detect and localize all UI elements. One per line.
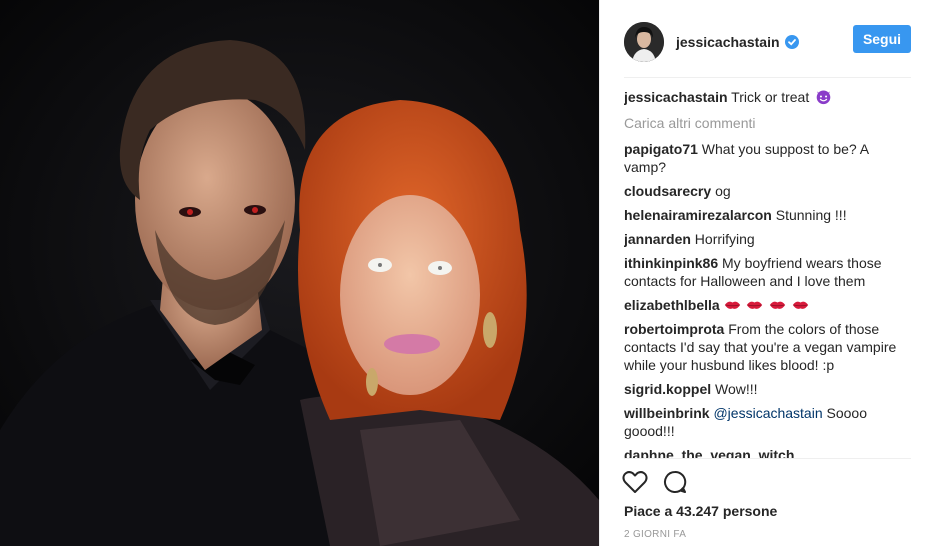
post-timestamp: 2 GIORNI FA bbox=[624, 529, 687, 540]
caption: jessicachastain Trick or treat bbox=[624, 88, 914, 106]
load-more-comments-link[interactable]: Carica altri commenti bbox=[624, 114, 914, 132]
kiss-mark-icon bbox=[747, 301, 763, 309]
comment-text: Horrifying bbox=[694, 231, 755, 247]
verified-badge-icon bbox=[784, 34, 799, 49]
smiling-devil-emoji-icon bbox=[816, 90, 831, 105]
comment-username[interactable]: papigato71 bbox=[624, 141, 698, 157]
kiss-mark-emojis bbox=[724, 297, 812, 313]
comment-item: papigato71 What you suppost to be? A vam… bbox=[624, 140, 914, 176]
action-icons bbox=[622, 469, 688, 495]
post-photo[interactable] bbox=[0, 0, 599, 546]
comment-item: cloudsarecry og bbox=[624, 182, 914, 200]
comment-username[interactable]: ithinkinpink86 bbox=[624, 255, 718, 271]
comment-text: og bbox=[715, 183, 731, 199]
kiss-mark-icon bbox=[770, 301, 786, 309]
post-actions: Piace a 43.247 persone 2 GIORNI FA bbox=[622, 458, 911, 546]
author-username[interactable]: jessicachastain bbox=[676, 34, 780, 50]
comment-item: ithinkinpink86 My boyfriend wears those … bbox=[624, 254, 914, 290]
kiss-mark-icon bbox=[724, 301, 740, 309]
comment-username[interactable]: daphne_the_vegan_witch bbox=[624, 447, 794, 458]
comment-item: elizabethlbella bbox=[624, 296, 914, 314]
speech-bubble-icon bbox=[664, 470, 687, 493]
comment-username[interactable]: cloudsarecry bbox=[624, 183, 711, 199]
post-header: jessicachastain Segui bbox=[624, 16, 911, 78]
comment-username[interactable]: willbeinbrink bbox=[624, 405, 710, 421]
post-side-panel: jessicachastain Segui jessicachastain Tr… bbox=[599, 0, 931, 546]
caption-text: Trick or treat bbox=[731, 89, 810, 105]
comment-mention[interactable]: @jessicachastain bbox=[713, 405, 822, 421]
comment-username[interactable]: robertoimprota bbox=[624, 321, 724, 337]
avatar[interactable] bbox=[624, 21, 664, 62]
comment-button[interactable] bbox=[662, 469, 688, 495]
post-image bbox=[0, 0, 599, 546]
likes-count[interactable]: Piace a 43.247 persone bbox=[624, 503, 777, 519]
comment-username[interactable]: elizabethlbella bbox=[624, 297, 720, 313]
comment-item: jannarden Horrifying bbox=[624, 230, 914, 248]
comment-username[interactable]: sigrid.koppel bbox=[624, 381, 711, 397]
kiss-mark-icon bbox=[793, 301, 809, 309]
comment-username[interactable]: jannarden bbox=[624, 231, 691, 247]
heart-icon bbox=[622, 471, 648, 493]
comment-item: willbeinbrink @jessicachastain Soooo goo… bbox=[624, 404, 914, 440]
like-button[interactable] bbox=[622, 469, 648, 495]
comments-list: jessicachastain Trick or treat Carica al… bbox=[624, 88, 914, 458]
caption-username[interactable]: jessicachastain bbox=[624, 89, 728, 105]
comment-item: sigrid.koppel Wow!!! bbox=[624, 380, 914, 398]
follow-button[interactable]: Segui bbox=[853, 25, 911, 53]
comment-item: daphne_the_vegan_witch bbox=[624, 446, 914, 458]
comment-item: robertoimprota From the colors of those … bbox=[624, 320, 914, 374]
comment-text: Wow!!! bbox=[715, 381, 758, 397]
comment-username[interactable]: helenairamirezalarcon bbox=[624, 207, 772, 223]
comment-item: helenairamirezalarcon Stunning !!! bbox=[624, 206, 914, 224]
comment-text: Stunning !!! bbox=[775, 207, 847, 223]
